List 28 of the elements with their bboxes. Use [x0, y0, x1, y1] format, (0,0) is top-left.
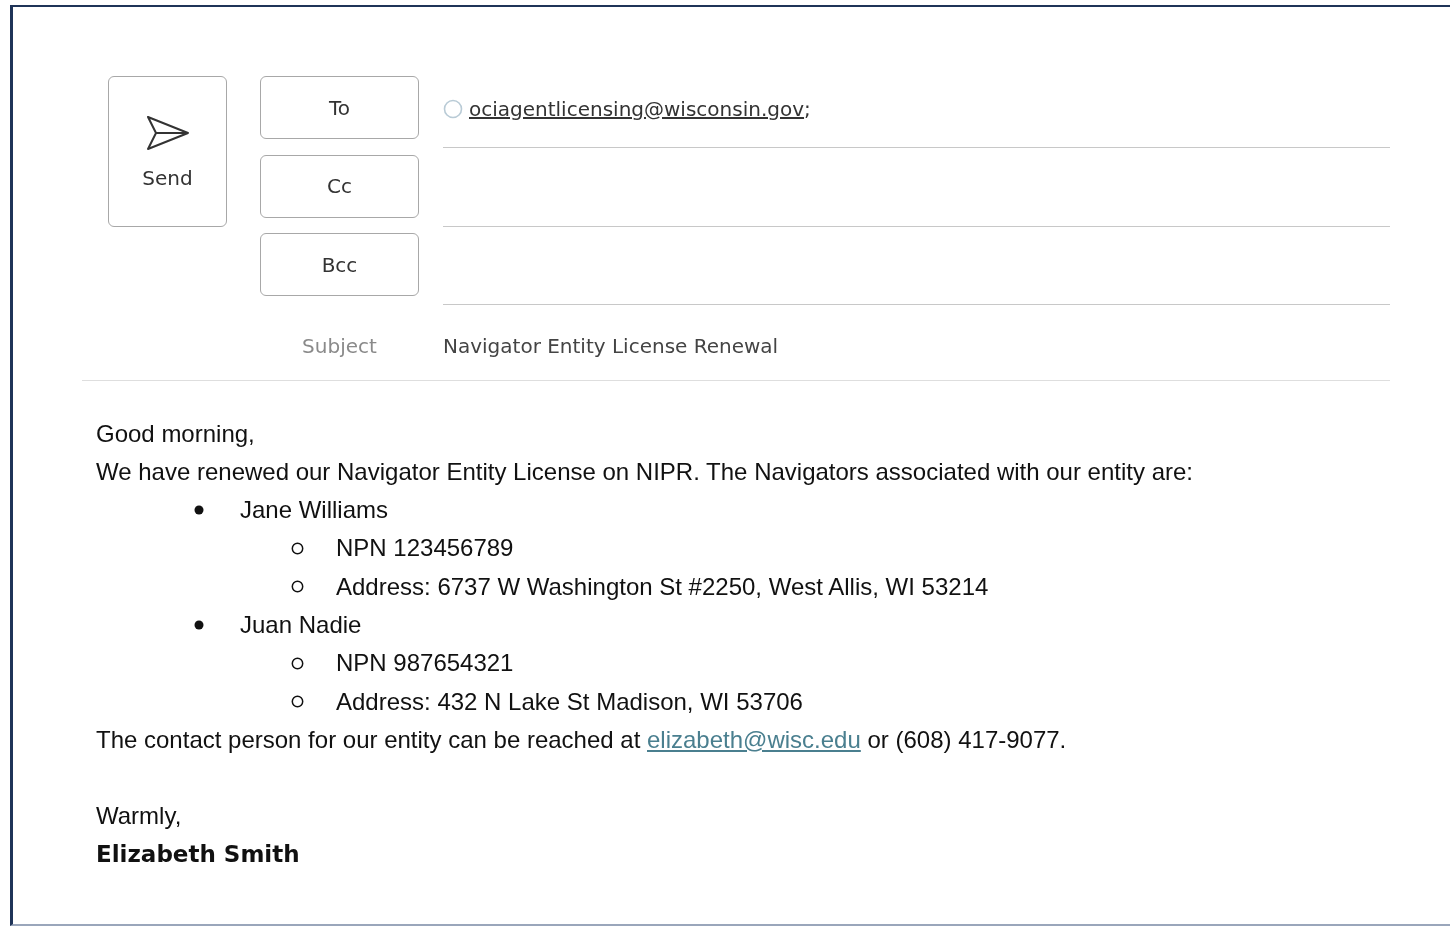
navigator-name: Jane Williams	[240, 495, 389, 526]
recipient-button[interactable]: Bcc	[260, 233, 419, 296]
navigator-detail: NPN 123456789	[336, 533, 514, 564]
closing-text: Warmly,	[96, 801, 183, 832]
recipient-field[interactable]: ociagentlicensing@wisconsin.gov;	[443, 76, 1390, 148]
navigator-detail: Address: 6737 W Washington St #2250, West Allis, WI 53214	[336, 571, 989, 602]
contact-text: The contact person for our entity can be reached at elizabeth@wisc.edu or (608) 417-9077.	[96, 724, 1068, 755]
subject-label: Subject	[301, 333, 378, 358]
presence-icon	[443, 98, 463, 119]
recipient-button[interactable]: Cc	[260, 154, 419, 218]
signature-text: Elizabeth Smith	[96, 840, 301, 870]
send-button[interactable]: Send	[108, 76, 227, 227]
bullet-icon	[194, 505, 204, 516]
recipient-address[interactable]: ociagentlicensing@wisconsin.gov;	[469, 96, 811, 121]
circle-bullet-icon	[291, 695, 304, 709]
circle-bullet-icon	[291, 580, 304, 594]
bullet-icon	[194, 620, 204, 631]
recipient-button[interactable]: To	[260, 76, 419, 139]
greeting-text: Good morning,	[96, 418, 256, 449]
navigator-detail: Address: 432 N Lake St Madison, WI 53706	[336, 686, 803, 717]
navigator-detail: NPN 987654321	[336, 648, 514, 679]
email-link[interactable]: elizabeth@wisc.edu	[647, 725, 861, 753]
subject-field[interactable]: Navigator Entity License Renewal	[443, 333, 779, 358]
circle-bullet-icon	[291, 656, 304, 670]
body-text: We have renewed our Navigator Entity License on NIPR. The Navigators associated with our entity are:	[96, 456, 1194, 487]
send-icon	[144, 113, 191, 152]
circle-bullet-icon	[291, 542, 304, 556]
navigator-name: Juan Nadie	[240, 610, 362, 640]
